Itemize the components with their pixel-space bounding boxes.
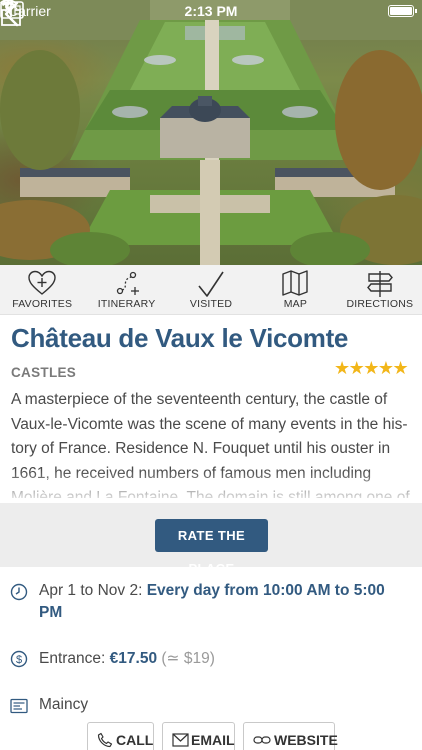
visited-label: VISITED: [189, 298, 233, 310]
email-label: EMAIL: [191, 732, 235, 748]
chateau-aerial-illustration: [0, 0, 422, 265]
website-label: WEBSITE: [274, 732, 338, 748]
website-button[interactable]: WEBSITE: [243, 722, 338, 750]
entrance-approx: (≃ $19): [157, 650, 215, 667]
call-label: CALL: [116, 732, 154, 748]
email-button[interactable]: EMAIL: [162, 722, 235, 750]
favorites-button[interactable]: FAVORITES: [0, 265, 84, 314]
call-button[interactable]: CALL: [87, 722, 154, 750]
status-time: 2:13 PM: [184, 3, 238, 19]
share-icon[interactable]: [0, 0, 22, 26]
place-title: Château de Vaux le Vicomte: [11, 323, 349, 353]
heart-plus-icon: [28, 270, 56, 295]
route-plus-icon: [116, 271, 139, 295]
description-fade: [0, 470, 422, 504]
rating-stars: ★★★★★: [334, 358, 409, 379]
place-hero-image: Carrier 2:13 PM: [0, 0, 422, 265]
battery-icon: [388, 5, 417, 17]
link-icon: [253, 736, 271, 744]
map-label: MAP: [283, 298, 308, 310]
itinerary-button[interactable]: ITINERARY: [84, 265, 168, 314]
entrance-price: €17.50: [109, 650, 158, 667]
clock-icon: [10, 583, 28, 601]
rating-stars-text: ★★★★★: [334, 358, 409, 378]
address-text[interactable]: Maincy: [39, 694, 409, 716]
favorites-label: FAVORITES: [12, 298, 73, 310]
checkmark-icon: [198, 271, 224, 297]
entrance-label: Entrance:: [39, 650, 110, 667]
place-category: CASTLES: [11, 365, 77, 380]
directions-button[interactable]: DIRECTIONS: [338, 265, 422, 314]
signpost-icon: [366, 271, 393, 297]
visited-button[interactable]: VISITED: [169, 265, 253, 314]
phone-icon: [97, 732, 113, 748]
svg-text:$: $: [16, 654, 22, 666]
envelope-icon: [172, 733, 189, 747]
opening-hours-text: Apr 1 to Nov 2: Every day from 10:00 AM …: [39, 580, 409, 624]
entrance-text: Entrance: €17.50 (≃ $19): [39, 648, 409, 670]
hours-period: Apr 1 to Nov 2:: [39, 582, 147, 599]
action-bar: FAVORITES ITINERARY VISITED MAP DIRECTIO…: [0, 265, 422, 315]
rate-the-place-button[interactable]: RATE THE PLACE: [155, 519, 268, 576]
status-bar: Carrier 2:13 PM: [0, 0, 422, 22]
dollar-circle-icon: $: [10, 650, 28, 668]
itinerary-label: ITINERARY: [97, 298, 156, 310]
map-button[interactable]: MAP: [253, 265, 337, 314]
directions-label: DIRECTIONS: [346, 298, 414, 310]
map-icon: [282, 270, 309, 296]
address-card-icon: [10, 698, 28, 714]
rate-section: RATE THE PLACE: [0, 503, 422, 576]
